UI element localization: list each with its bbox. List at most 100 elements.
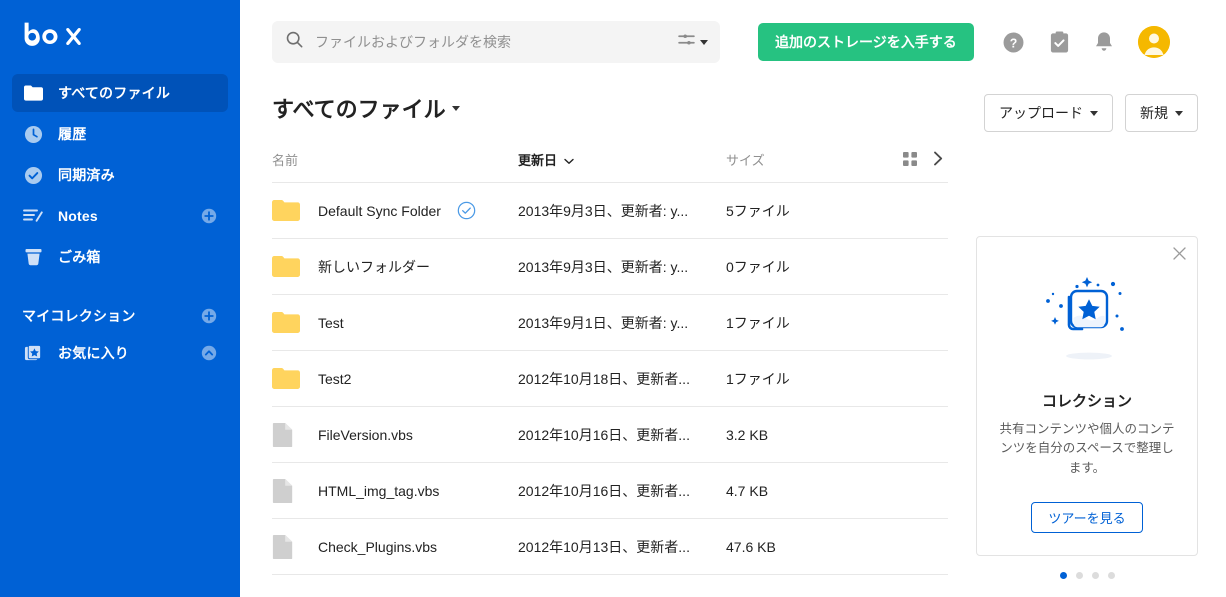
cell-date: 2013年9月3日、更新者: y... xyxy=(518,182,726,239)
box-logo[interactable] xyxy=(0,22,240,74)
help-icon[interactable]: ? xyxy=(1002,31,1025,54)
file-table-body: Default Sync Folder 2013年9月3日、更新者: y... … xyxy=(272,182,948,575)
table-row[interactable]: Check_Plugins.vbs 2012年10月13日、更新者... 47.… xyxy=(272,518,948,575)
notifications-bell-icon[interactable] xyxy=(1094,31,1114,54)
column-header-date-label: 更新日 xyxy=(518,153,558,168)
file-icon xyxy=(272,422,302,448)
promo-description: 共有コンテンツや個人のコンテンツを自分のスペースで整理します。 xyxy=(999,422,1175,475)
chevron-down-icon xyxy=(451,105,460,111)
carousel-dot[interactable] xyxy=(1059,572,1067,580)
cell-date: 2012年10月13日、更新者... xyxy=(518,518,726,575)
sidebar-item-notes[interactable]: Notes xyxy=(12,197,228,235)
column-header-size[interactable]: サイズ xyxy=(726,150,876,183)
take-tour-button[interactable]: ツアーを見る xyxy=(1031,502,1143,534)
file-icon xyxy=(272,478,302,504)
cell-date: 2012年10月16日、更新者... xyxy=(518,406,726,463)
sidebar-item-synced[interactable]: 同期済み xyxy=(12,156,228,194)
sync-check-icon[interactable] xyxy=(457,201,476,220)
file-name[interactable]: 新しいフォルダー xyxy=(318,257,430,277)
cell-name: FileVersion.vbs xyxy=(272,406,518,463)
table-header-row: 名前 更新日 サイズ xyxy=(272,150,948,183)
check-circle-icon xyxy=(22,164,44,186)
file-name[interactable]: HTML_img_tag.vbs xyxy=(318,483,439,499)
cell-name: Test2 xyxy=(272,350,518,407)
file-name[interactable]: Test2 xyxy=(318,371,351,387)
file-name[interactable]: Default Sync Folder xyxy=(318,203,441,219)
content-area: すべてのファイル 名前 更新日 サイズ Default Sync Folder … xyxy=(240,84,1226,597)
table-row[interactable]: 新しいフォルダー 2013年9月3日、更新者: y... 0ファイル xyxy=(272,238,948,295)
upload-button[interactable]: アップロード xyxy=(984,94,1113,132)
carousel-dots xyxy=(976,572,1198,580)
search-icon xyxy=(286,31,303,53)
cell-name: Test xyxy=(272,294,518,351)
plus-icon[interactable] xyxy=(200,207,218,225)
right-panel: アップロード 新規 コレクション 共有コンテンツや個人のコンテンツを自分のスペー… xyxy=(940,84,1226,597)
chevron-down-icon xyxy=(700,39,708,45)
grid-view-icon[interactable] xyxy=(903,151,917,169)
file-name[interactable]: FileVersion.vbs xyxy=(318,427,413,443)
sidebar-item-label: 履歴 xyxy=(58,126,87,142)
file-icon xyxy=(272,534,302,560)
top-icon-group: ? xyxy=(1002,26,1170,58)
carousel-dot[interactable] xyxy=(1075,572,1083,580)
search-filter-button[interactable] xyxy=(672,33,708,51)
get-more-storage-button[interactable]: 追加のストレージを入手する xyxy=(758,23,974,61)
filter-icon xyxy=(678,33,695,51)
chevron-down-icon xyxy=(561,153,574,168)
folder-icon xyxy=(22,82,44,104)
action-buttons: アップロード 新規 xyxy=(976,94,1198,132)
cell-size: 3.2 KB xyxy=(726,406,876,463)
tasks-clipboard-icon[interactable] xyxy=(1049,31,1070,54)
new-button-label: 新規 xyxy=(1140,105,1168,121)
sidebar-item-favorites[interactable]: お気に入り xyxy=(12,334,228,372)
sidebar-section-label: マイコレクション xyxy=(22,308,136,324)
cell-actions xyxy=(876,350,948,407)
cell-size: 4.7 KB xyxy=(726,462,876,519)
cell-date: 2013年9月3日、更新者: y... xyxy=(518,238,726,295)
user-avatar[interactable] xyxy=(1137,26,1170,58)
cell-size: 5ファイル xyxy=(726,182,876,239)
cell-name: HTML_img_tag.vbs xyxy=(272,462,518,519)
carousel-dot[interactable] xyxy=(1091,572,1099,580)
cell-actions xyxy=(876,182,948,239)
chevron-down-icon xyxy=(1090,110,1098,116)
table-row[interactable]: FileVersion.vbs 2012年10月16日、更新者... 3.2 K… xyxy=(272,406,948,463)
close-icon[interactable] xyxy=(1173,247,1186,260)
main-area: 追加のストレージを入手する ? xyxy=(240,0,1226,597)
page-title-text: すべてのファイル xyxy=(272,97,446,122)
table-row[interactable]: Default Sync Folder 2013年9月3日、更新者: y... … xyxy=(272,182,948,239)
folder-icon xyxy=(272,311,302,334)
column-header-name[interactable]: 名前 xyxy=(272,150,518,183)
cell-actions xyxy=(876,462,948,519)
table-row[interactable]: Test 2013年9月1日、更新者: y... 1ファイル xyxy=(272,294,948,351)
cell-name: Default Sync Folder xyxy=(272,182,518,239)
table-row[interactable]: HTML_img_tag.vbs 2012年10月16日、更新者... 4.7 … xyxy=(272,462,948,519)
top-bar: 追加のストレージを入手する ? xyxy=(240,0,1226,84)
file-table: 名前 更新日 サイズ Default Sync Folder 2013年9月3日… xyxy=(272,150,948,575)
folder-icon xyxy=(272,367,302,390)
file-name[interactable]: Test xyxy=(318,315,344,331)
search-input[interactable] xyxy=(315,34,672,50)
folder-icon xyxy=(272,199,302,222)
sidebar-item-all-files[interactable]: すべてのファイル xyxy=(12,74,228,112)
page-title[interactable]: すべてのファイル xyxy=(272,92,940,124)
sidebar-item-trash[interactable]: ごみ箱 xyxy=(12,238,228,276)
cell-name: Check_Plugins.vbs xyxy=(272,518,518,575)
cell-actions xyxy=(876,518,948,575)
cell-size: 47.6 KB xyxy=(726,518,876,575)
sidebar: すべてのファイル 履歴 同期済み Notes ごみ箱 マイコレクション お気に入… xyxy=(0,0,240,597)
table-row[interactable]: Test2 2012年10月18日、更新者... 1ファイル xyxy=(272,350,948,407)
file-list-panel: すべてのファイル 名前 更新日 サイズ Default Sync Folder … xyxy=(240,84,948,597)
file-name[interactable]: Check_Plugins.vbs xyxy=(318,539,437,555)
sidebar-item-label: Notes xyxy=(58,208,98,224)
carousel-dot[interactable] xyxy=(1107,572,1115,580)
column-header-date[interactable]: 更新日 xyxy=(518,150,726,183)
favorites-star-icon xyxy=(22,342,44,364)
notes-icon xyxy=(22,205,44,227)
new-button[interactable]: 新規 xyxy=(1125,94,1198,132)
sidebar-item-history[interactable]: 履歴 xyxy=(12,115,228,153)
search-bar[interactable] xyxy=(272,21,720,63)
plus-icon[interactable] xyxy=(200,307,218,325)
cell-actions xyxy=(876,238,948,295)
chevron-up-icon[interactable] xyxy=(200,344,218,362)
